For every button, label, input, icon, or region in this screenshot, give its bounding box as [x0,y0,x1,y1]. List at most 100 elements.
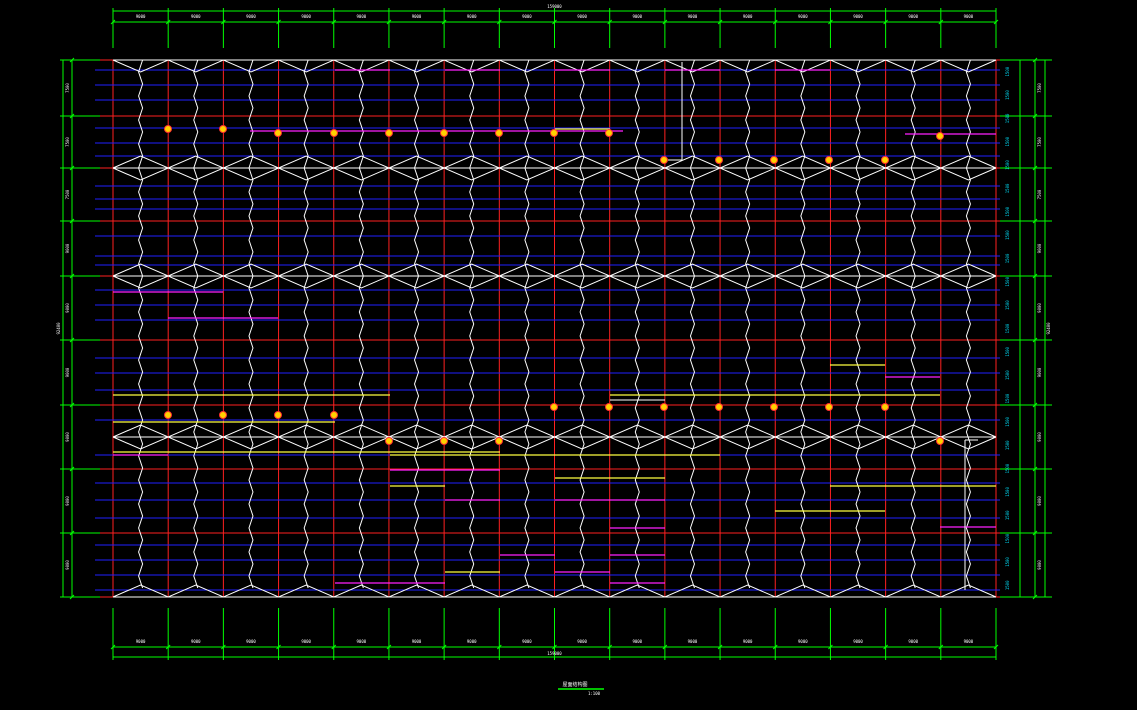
left-row-dim-text: 7500 [65,189,70,199]
bottom-span-dim-text: 9000 [632,639,642,644]
top-span-dim-text: 9000 [301,14,311,19]
structure-node [936,437,944,445]
right-purlin-dim-text: 1500 [1005,533,1010,543]
structure-node [825,156,833,164]
right-overall-dimension: 92400 [1046,322,1051,335]
right-purlin-dim-text: 1500 [1005,206,1010,216]
structure-node [219,411,227,419]
structure-node [550,403,558,411]
bottom-span-dim-text: 9000 [964,639,974,644]
top-span-dim-text: 9000 [136,14,146,19]
top-span-dim-text: 9000 [964,14,974,19]
right-purlin-dim-text: 1500 [1005,416,1010,426]
bottom-span-dim-text: 9000 [136,639,146,644]
drawing-scale: 1:100 [588,691,601,696]
left-row-dim-text: 9000 [65,432,70,442]
top-span-dim-text: 9000 [357,14,367,19]
top-span-dim-text: 9000 [743,14,753,19]
right-purlin-dim-text: 1500 [1005,370,1010,380]
left-row-dim-text: 9000 [65,560,70,570]
left-row-dim-text: 7500 [65,137,70,147]
right-purlin-dim-text: 1500 [1005,276,1010,286]
bottom-span-dim-text: 9000 [798,639,808,644]
right-purlin-dim-text: 1500 [1005,113,1010,123]
bottom-span-dim-text: 9000 [908,639,918,644]
left-row-dim-text: 9000 [65,243,70,253]
structure-node [385,437,393,445]
top-span-dim-text: 9000 [577,14,587,19]
structure-node [274,129,282,137]
bottom-span-dim-text: 9000 [577,639,587,644]
top-span-dim-text: 9000 [412,14,422,19]
right-purlin-dim-text: 1500 [1005,440,1010,450]
right-purlin-dim-text: 1500 [1005,393,1010,403]
structure-node [495,129,503,137]
structure-node [440,437,448,445]
bottom-span-dim-text: 9000 [688,639,698,644]
top-span-dim-text: 9000 [191,14,201,19]
right-row-dim-text: 9000 [1037,367,1042,377]
structure-node [715,403,723,411]
left-row-dim-text: 9000 [65,303,70,313]
structure-node [605,403,613,411]
structure-node [770,403,778,411]
structure-node [881,156,889,164]
right-row-dim-text: 7500 [1037,83,1042,93]
bottom-span-dim-text: 9000 [246,639,256,644]
right-purlin-dim-text: 1500 [1005,463,1010,473]
structure-node [330,129,338,137]
top-span-dim-text: 9000 [246,14,256,19]
right-purlin-dim-text: 1500 [1005,90,1010,100]
top-overall-dimension: 159000 [547,4,562,9]
right-purlin-dim-text: 1500 [1005,230,1010,240]
top-span-dim-text: 9000 [467,14,477,19]
right-purlin-dim-text: 1500 [1005,487,1010,497]
right-purlin-dim-text: 1500 [1005,346,1010,356]
top-span-dim-text: 9000 [522,14,532,19]
structure-node [660,156,668,164]
drawing-title: 屋面结构图 [562,681,587,688]
right-row-dim-text: 7500 [1037,137,1042,147]
right-row-dim-text: 9000 [1037,432,1042,442]
roof-structure-drawing: 159000 159000 92400 92400 屋面结构图 1:100 90… [0,0,1137,710]
structure-node [605,129,613,137]
structure-node [770,156,778,164]
bottom-span-dim-text: 9000 [301,639,311,644]
structure-node [440,129,448,137]
right-purlin-dim-text: 1500 [1005,160,1010,170]
right-row-dim-text: 9000 [1037,496,1042,506]
right-row-dim-text: 9000 [1037,303,1042,313]
right-purlin-dim-text: 1500 [1005,580,1010,590]
left-row-dim-text: 9000 [65,367,70,377]
top-span-dim-text: 9000 [853,14,863,19]
structure-node [164,411,172,419]
top-span-dim-text: 9000 [688,14,698,19]
structure-node [495,437,503,445]
top-span-dim-text: 9000 [798,14,808,19]
structure-node [164,125,172,133]
drawing-background [0,0,1137,710]
bottom-span-dim-text: 9000 [412,639,422,644]
bottom-span-dim-text: 9000 [522,639,532,644]
right-purlin-dim-text: 1500 [1005,323,1010,333]
structure-node [660,403,668,411]
right-purlin-dim-text: 1500 [1005,510,1010,520]
right-purlin-dim-text: 1500 [1005,253,1010,263]
structure-node [385,129,393,137]
right-row-dim-text: 9000 [1037,243,1042,253]
right-purlin-dim-text: 1500 [1005,300,1010,310]
left-row-dim-text: 9000 [65,496,70,506]
top-span-dim-text: 9000 [908,14,918,19]
left-row-dim-text: 7500 [65,83,70,93]
structure-node [715,156,723,164]
right-row-dim-text: 7500 [1037,189,1042,199]
bottom-span-dim-text: 9000 [853,639,863,644]
bottom-span-dim-text: 9000 [743,639,753,644]
bottom-span-dim-text: 9000 [467,639,477,644]
structure-node [219,125,227,133]
bottom-span-dim-text: 9000 [191,639,201,644]
structure-node [936,132,944,140]
right-purlin-dim-text: 1500 [1005,66,1010,76]
structure-node [825,403,833,411]
structure-node [330,411,338,419]
